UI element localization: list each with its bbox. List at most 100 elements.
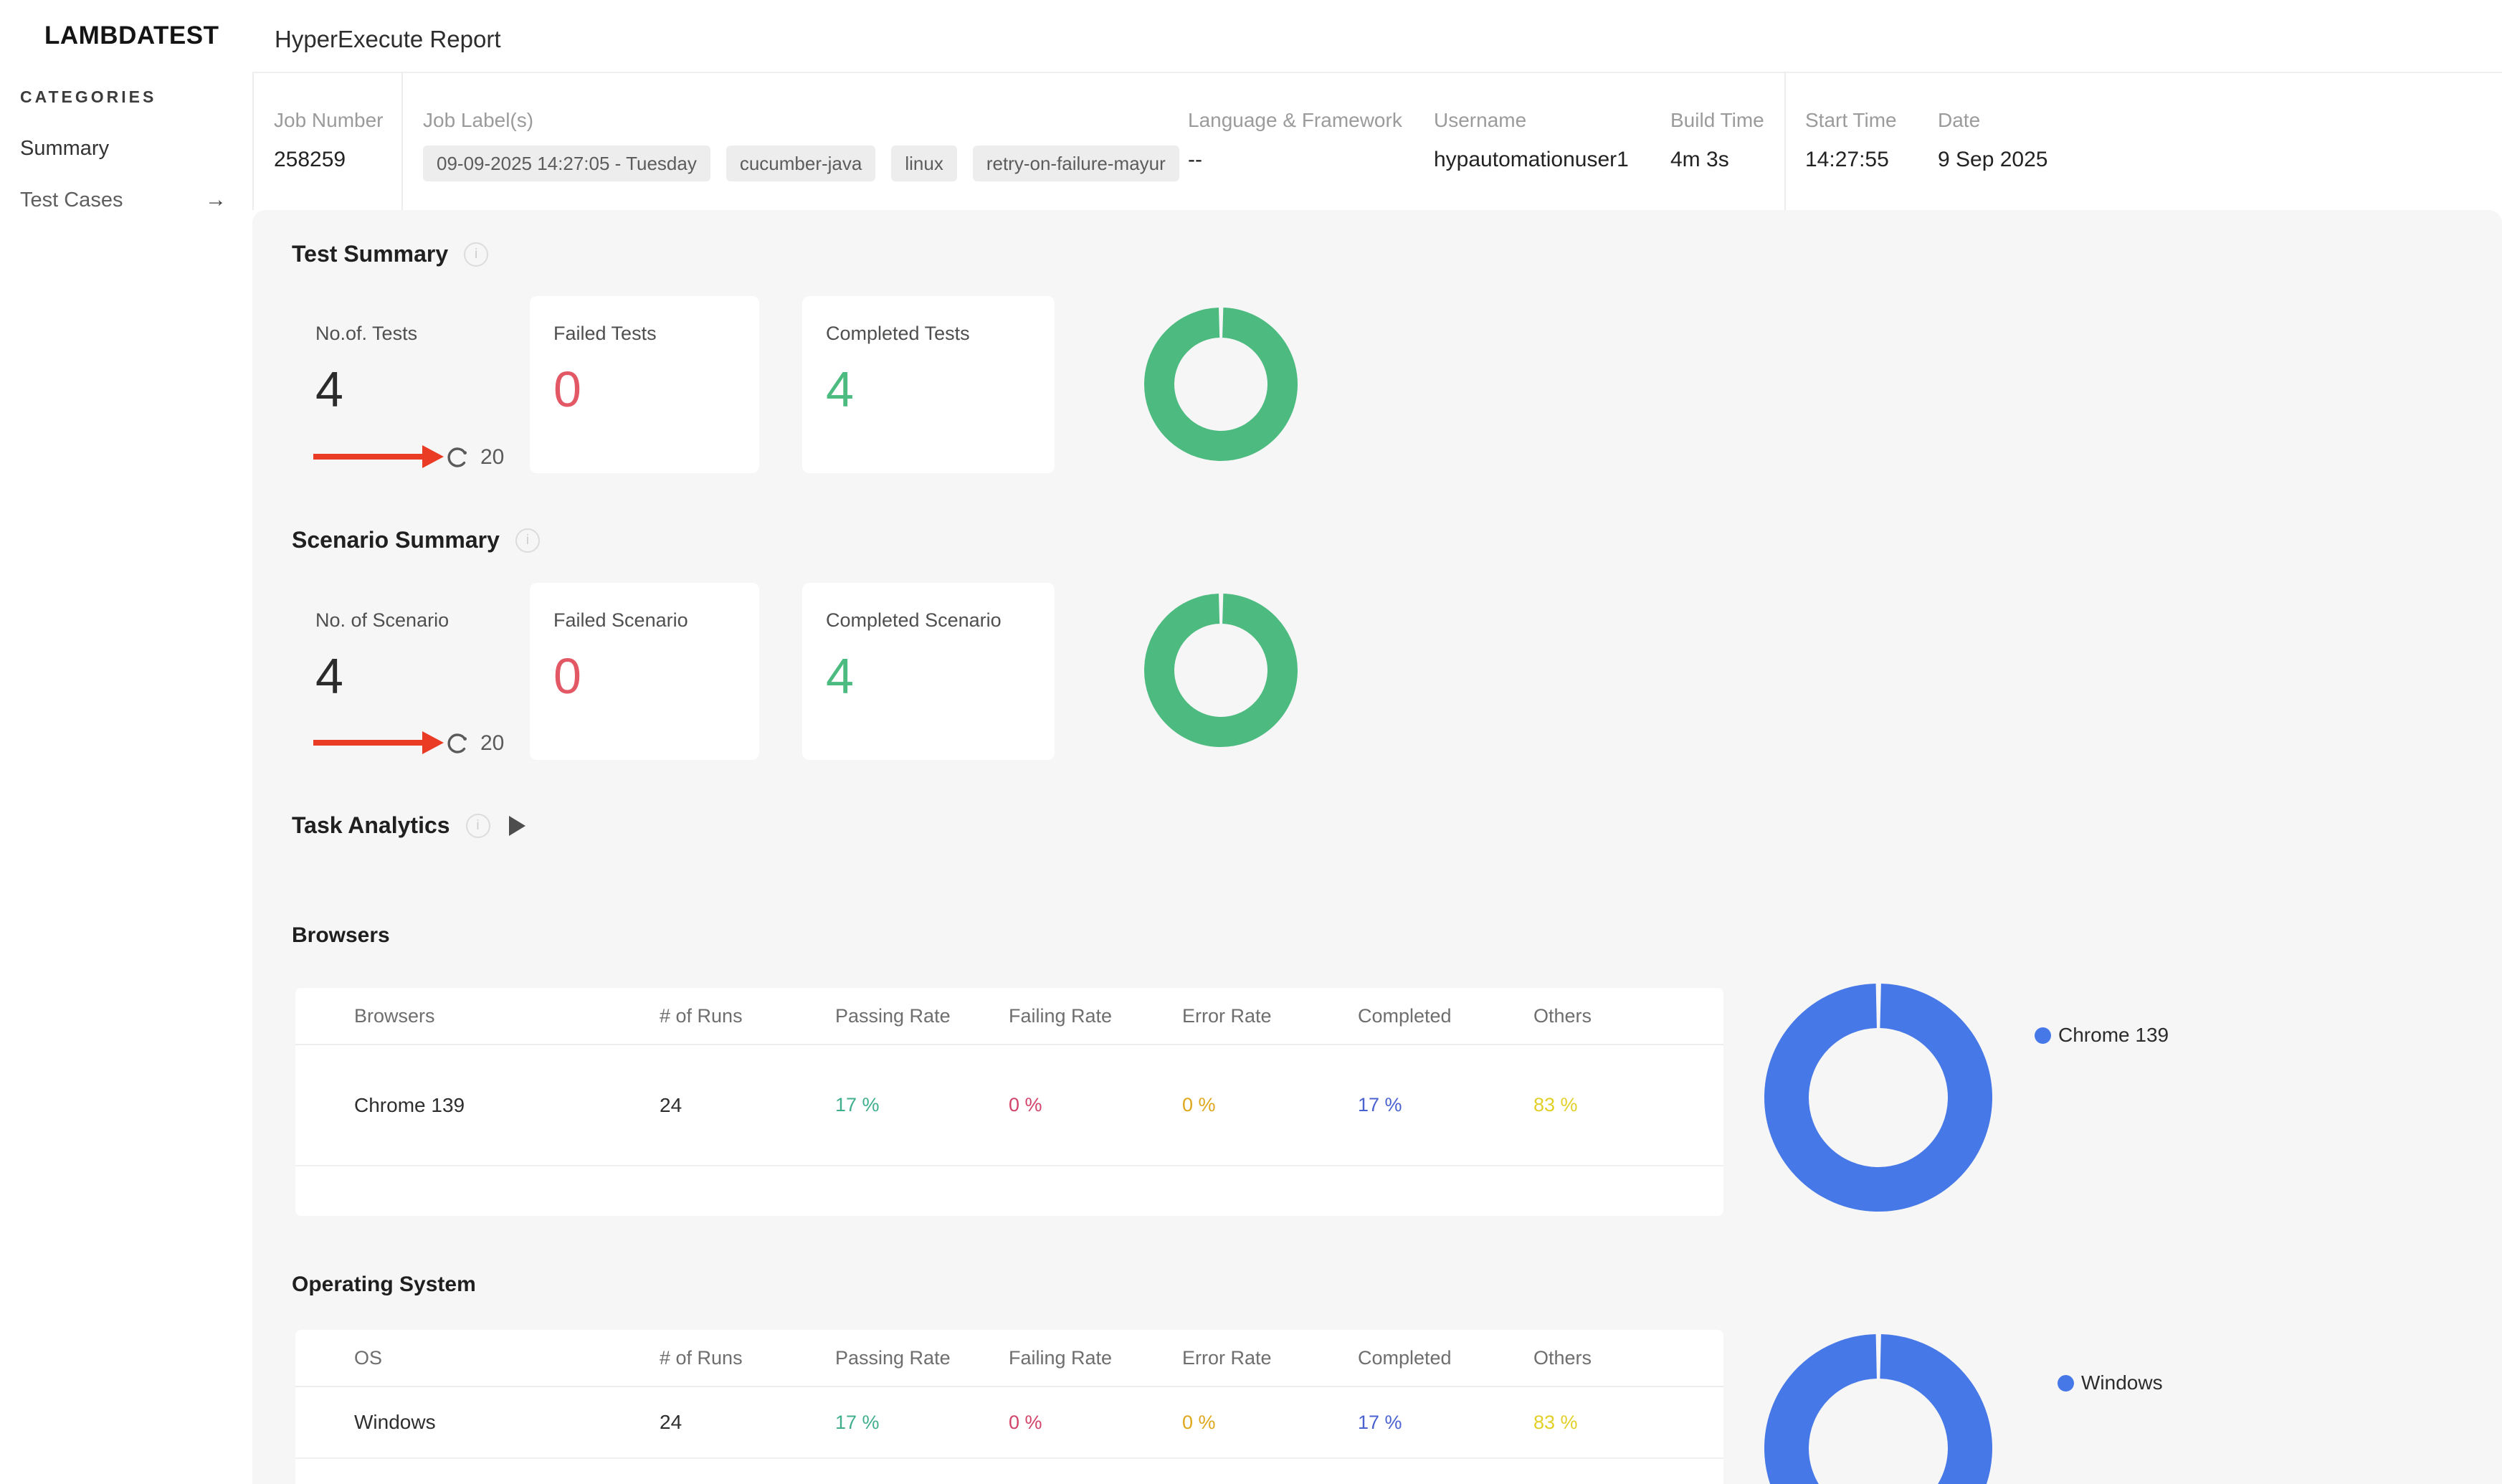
os-name-cell: Windows bbox=[354, 1411, 660, 1434]
column-header: Error Rate bbox=[1182, 1347, 1358, 1369]
job-number-value: 258259 bbox=[274, 148, 346, 172]
card-label: No.of. Tests bbox=[315, 323, 523, 345]
job-label-tags: 09-09-2025 14:27:05 - Tuesday cucumber-j… bbox=[423, 146, 1179, 181]
completed-tests-card: Completed Tests 4 bbox=[802, 296, 1055, 473]
concurrency-indicator: 20 bbox=[444, 444, 504, 470]
completed-scenario-card: Completed Scenario 4 bbox=[802, 583, 1055, 760]
username-value: hypautomationuser1 bbox=[1434, 148, 1629, 172]
concurrency-value: 20 bbox=[480, 731, 504, 756]
os-section-title: Operating System bbox=[292, 1273, 476, 1297]
browsers-section-title: Browsers bbox=[292, 923, 390, 948]
card-label: Failed Tests bbox=[553, 323, 759, 345]
expand-section-icon[interactable] bbox=[509, 816, 525, 836]
column-header: Completed bbox=[1358, 1005, 1533, 1027]
column-header: Completed bbox=[1358, 1347, 1533, 1369]
passing-rate-cell: 17 % bbox=[835, 1412, 1009, 1434]
completed-cell: 17 % bbox=[1358, 1094, 1533, 1116]
build-time-label: Build Time bbox=[1670, 109, 1764, 132]
scenario-summary-donut-chart bbox=[1128, 577, 1314, 764]
start-time-value: 14:27:55 bbox=[1805, 148, 1889, 172]
column-header: Error Rate bbox=[1182, 1005, 1358, 1027]
table-row[interactable]: Windows 24 17 % 0 % 0 % 17 % 83 % bbox=[295, 1387, 1723, 1459]
column-header: Passing Rate bbox=[835, 1005, 1009, 1027]
table-row[interactable]: Chrome 139 24 17 % 0 % 0 % 17 % 83 % bbox=[295, 1045, 1723, 1166]
browsers-table: Browsers # of Runs Passing Rate Failing … bbox=[295, 988, 1723, 1216]
test-summary-donut-chart bbox=[1128, 291, 1314, 477]
column-header: Failing Rate bbox=[1009, 1347, 1182, 1369]
job-label-tag: retry-on-failure-mayur bbox=[973, 146, 1179, 181]
red-arrow-annotation bbox=[313, 454, 422, 460]
os-table: OS # of Runs Passing Rate Failing Rate E… bbox=[295, 1330, 1723, 1484]
column-header: Others bbox=[1533, 1347, 1723, 1369]
browsers-table-header: Browsers # of Runs Passing Rate Failing … bbox=[295, 988, 1723, 1045]
section-title-text: Test Summary bbox=[292, 241, 448, 267]
page-title: HyperExecute Report bbox=[275, 26, 500, 53]
concurrency-value: 20 bbox=[480, 445, 504, 470]
failed-tests-card: Failed Tests 0 bbox=[530, 296, 759, 473]
header-divider bbox=[252, 72, 2502, 73]
section-title-text: Scenario Summary bbox=[292, 527, 500, 553]
categories-heading: CATEGORIES bbox=[20, 87, 156, 107]
card-value: 4 bbox=[826, 647, 1055, 705]
red-arrow-head bbox=[422, 731, 444, 754]
runs-cell: 24 bbox=[660, 1094, 835, 1117]
passing-rate-cell: 17 % bbox=[835, 1094, 1009, 1116]
legend-dot bbox=[2058, 1375, 2074, 1392]
error-rate-cell: 0 % bbox=[1182, 1094, 1358, 1116]
card-label: Completed Tests bbox=[826, 323, 1055, 345]
card-value: 4 bbox=[315, 361, 523, 418]
column-header: Failing Rate bbox=[1009, 1005, 1182, 1027]
info-icon[interactable]: i bbox=[464, 242, 488, 267]
os-table-header: OS # of Runs Passing Rate Failing Rate E… bbox=[295, 1330, 1723, 1387]
info-icon[interactable]: i bbox=[466, 814, 490, 838]
os-legend: Windows bbox=[2058, 1371, 2163, 1394]
task-analytics-title: Task Analytics i bbox=[292, 812, 525, 839]
language-framework-value: -- bbox=[1188, 148, 1202, 172]
username-label: Username bbox=[1434, 109, 1526, 132]
others-cell: 83 % bbox=[1533, 1094, 1723, 1116]
sidebar-divider bbox=[252, 72, 254, 210]
sidebar-item-label: Summary bbox=[20, 137, 109, 161]
card-value: 4 bbox=[826, 361, 1055, 418]
completed-cell: 17 % bbox=[1358, 1412, 1533, 1434]
failed-scenario-card: Failed Scenario 0 bbox=[530, 583, 759, 760]
legend-label: Windows bbox=[2081, 1371, 2163, 1394]
concurrency-indicator: 20 bbox=[444, 731, 504, 756]
legend-label: Chrome 139 bbox=[2058, 1024, 2169, 1047]
red-arrow-head bbox=[422, 445, 444, 468]
date-label: Date bbox=[1938, 109, 1980, 132]
column-header: Passing Rate bbox=[835, 1347, 1009, 1369]
card-label: Failed Scenario bbox=[553, 609, 759, 632]
job-label-tag: cucumber-java bbox=[726, 146, 876, 181]
info-icon[interactable]: i bbox=[515, 528, 540, 553]
column-divider bbox=[401, 72, 403, 210]
job-label-tag: linux bbox=[891, 146, 956, 181]
sidebar-item-summary[interactable]: Summary bbox=[20, 133, 227, 163]
date-value: 9 Sep 2025 bbox=[1938, 148, 2047, 172]
sidebar-item-test-cases[interactable]: Test Cases → bbox=[20, 185, 227, 215]
scenario-summary-title: Scenario Summary i bbox=[292, 527, 540, 553]
browser-name-cell: Chrome 139 bbox=[354, 1094, 660, 1117]
build-time-value: 4m 3s bbox=[1670, 148, 1729, 172]
browsers-donut-chart bbox=[1756, 976, 2000, 1219]
error-rate-cell: 0 % bbox=[1182, 1412, 1358, 1434]
column-header: OS bbox=[354, 1347, 660, 1369]
browsers-legend: Chrome 139 bbox=[2035, 1024, 2169, 1047]
job-labels-label: Job Label(s) bbox=[423, 109, 533, 132]
job-label-tag: 09-09-2025 14:27:05 - Tuesday bbox=[423, 146, 710, 181]
hyperexecute-report-page: LAMBDATEST CATEGORIES Summary Test Cases… bbox=[0, 0, 2502, 1484]
card-label: Completed Scenario bbox=[826, 609, 1055, 632]
card-value: 0 bbox=[553, 647, 759, 705]
column-header: # of Runs bbox=[660, 1005, 835, 1027]
concurrency-icon bbox=[444, 444, 470, 470]
card-label: No. of Scenario bbox=[315, 609, 523, 632]
sidebar-item-label: Test Cases bbox=[20, 189, 123, 212]
lambdatest-logo: LAMBDATEST bbox=[44, 22, 219, 50]
card-value: 0 bbox=[553, 361, 759, 418]
runs-cell: 24 bbox=[660, 1411, 835, 1434]
red-arrow-annotation bbox=[313, 740, 422, 746]
column-header: Browsers bbox=[354, 1005, 660, 1027]
sidebar: LAMBDATEST CATEGORIES Summary Test Cases… bbox=[0, 0, 252, 1484]
os-donut-chart bbox=[1756, 1326, 2000, 1484]
test-summary-title: Test Summary i bbox=[292, 241, 488, 267]
